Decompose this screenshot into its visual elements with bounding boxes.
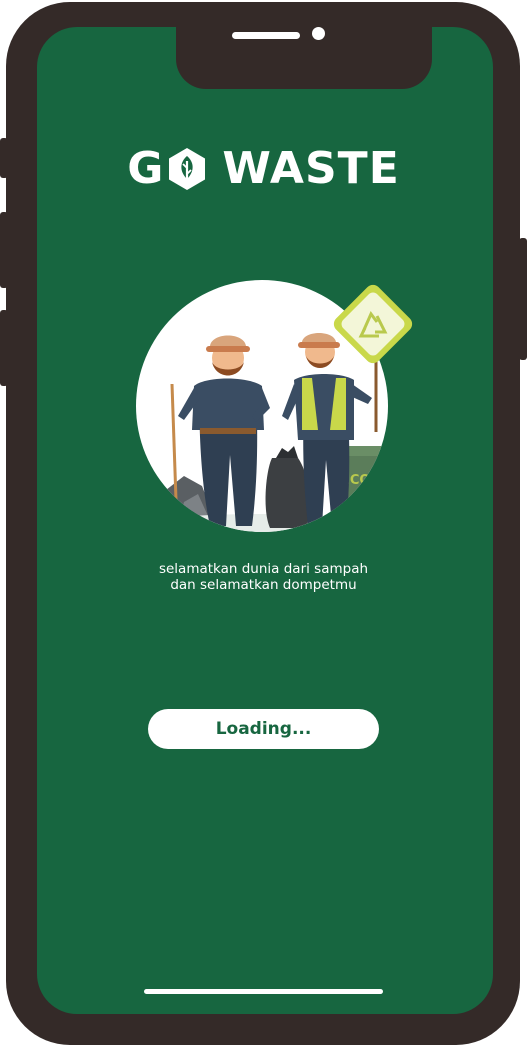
loading-label: Loading... [215, 719, 312, 739]
trash-bag [265, 458, 310, 528]
cleanup-workers-illustration: ECO [136, 280, 413, 532]
notch [176, 27, 432, 89]
leaf-hexagon-icon [169, 148, 206, 190]
power-button [519, 238, 527, 360]
front-camera [312, 27, 325, 40]
tagline: selamatkan dunia dari sampah dan selamat… [0, 561, 527, 593]
tagline-line-2: dan selamatkan dompetmu [170, 577, 357, 593]
home-indicator[interactable] [144, 989, 383, 994]
app-logo: G WASTE [0, 144, 527, 194]
loading-button[interactable]: Loading... [148, 709, 379, 749]
logo-text-left: G [127, 143, 165, 194]
logo-text-right: WASTE [222, 143, 400, 194]
speaker-grille [232, 32, 300, 39]
tagline-line-1: selamatkan dunia dari sampah [158, 561, 369, 577]
